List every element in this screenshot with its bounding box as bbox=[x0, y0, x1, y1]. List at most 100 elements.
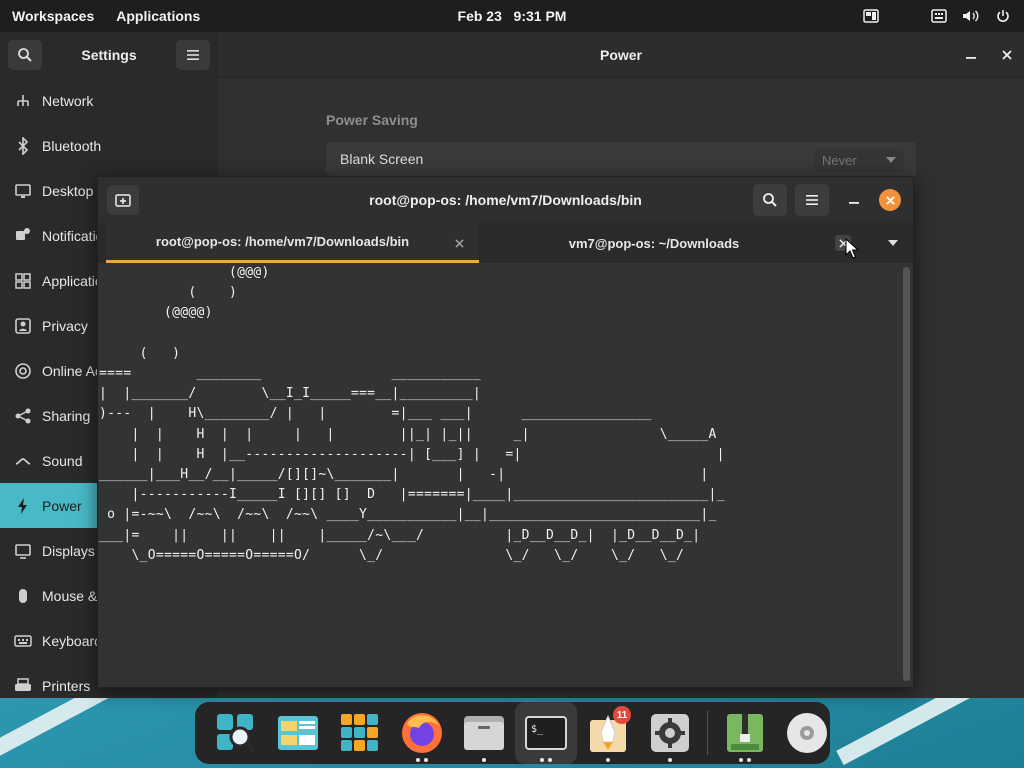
firefox-icon bbox=[402, 713, 442, 753]
close-icon bbox=[885, 195, 895, 205]
disk-icon bbox=[787, 713, 827, 753]
terminal-menu-button[interactable] bbox=[795, 184, 829, 216]
terminal-search-button[interactable] bbox=[753, 184, 787, 216]
sidebar-item-label: Sharing bbox=[42, 407, 91, 424]
printers-icon bbox=[14, 677, 32, 695]
search-app-icon bbox=[217, 714, 256, 753]
sidebar-item-label: Desktop bbox=[42, 182, 94, 199]
close-button[interactable] bbox=[1002, 47, 1012, 63]
blank-screen-select[interactable]: Never bbox=[814, 148, 904, 172]
top-bar: Workspaces Applications Feb 23 9:31 PM bbox=[0, 0, 1024, 32]
sidebar-item-label: Keyboard bbox=[42, 632, 102, 649]
blank-screen-value: Never bbox=[822, 152, 857, 168]
applications-icon bbox=[14, 272, 32, 290]
minimize-icon bbox=[966, 57, 976, 59]
file-manager-icon bbox=[464, 716, 504, 750]
power-menu-icon[interactable] bbox=[994, 7, 1012, 25]
workspaces-button[interactable]: Workspaces bbox=[12, 8, 94, 24]
tab-label: vm7@pop-os: ~/Downloads bbox=[568, 235, 740, 251]
close-icon bbox=[454, 238, 464, 248]
clock-button[interactable]: Feb 23 9:31 PM bbox=[458, 8, 567, 24]
settings-header: Settings bbox=[0, 32, 218, 78]
notifications-icon bbox=[14, 227, 32, 245]
displays-icon bbox=[14, 542, 32, 560]
tabs-dropdown-button[interactable] bbox=[885, 235, 901, 251]
dock-separator bbox=[707, 711, 708, 755]
sidebar-item-label: Network bbox=[42, 92, 94, 109]
keyboard-icon bbox=[14, 632, 32, 650]
blank-screen-label: Blank Screen bbox=[340, 151, 424, 167]
sidebar-item-label: Privacy bbox=[42, 317, 88, 334]
minimize-icon bbox=[849, 202, 859, 204]
dock-app-grid[interactable] bbox=[329, 702, 391, 764]
sidebar-item-label: Bluetooth bbox=[42, 137, 102, 154]
app-center-badge: 11 bbox=[613, 706, 631, 724]
blank-screen-row: Blank Screen Never bbox=[326, 142, 916, 176]
dock-app-center[interactable]: 11 bbox=[577, 702, 639, 764]
settings-search-button[interactable] bbox=[8, 40, 42, 70]
terminal-header: root@pop-os: /home/vm7/Downloads/bin bbox=[98, 177, 913, 223]
sound-icon bbox=[14, 452, 32, 470]
sidebar-item-label: Displays bbox=[42, 542, 95, 559]
settings-menu-button[interactable] bbox=[175, 40, 210, 70]
privacy-icon bbox=[14, 317, 32, 335]
applications-button[interactable]: Applications bbox=[116, 8, 200, 24]
dock-firefox[interactable] bbox=[391, 702, 453, 764]
mouse-icon bbox=[14, 587, 32, 605]
power-icon bbox=[14, 497, 32, 515]
files-app-icon bbox=[278, 716, 318, 750]
sidebar-item-network[interactable]: Network bbox=[0, 78, 218, 123]
search-icon bbox=[18, 48, 32, 62]
sidebar-item-label: Power bbox=[42, 497, 82, 514]
app-grid-icon bbox=[341, 714, 378, 751]
window-tiling-icon[interactable] bbox=[862, 7, 880, 25]
keyboard-indicator-icon[interactable] bbox=[930, 7, 948, 25]
dock-disks-app[interactable] bbox=[776, 702, 838, 764]
terminal-output[interactable]: (@@@) ( ) (@@@@) ( ) ==== ________ _____… bbox=[98, 263, 913, 687]
clock-time: 9:31 PM bbox=[513, 8, 567, 24]
online-accounts-icon bbox=[14, 362, 32, 380]
tab-label: root@pop-os: /home/vm7/Downloads/bin bbox=[155, 234, 410, 249]
hamburger-icon bbox=[186, 50, 199, 60]
tab-root-bin[interactable]: root@pop-os: /home/vm7/Downloads/bin bbox=[106, 223, 479, 263]
terminal-scrollbar[interactable] bbox=[903, 267, 910, 681]
dock-file-manager[interactable] bbox=[453, 702, 515, 764]
mouse-pointer-icon bbox=[845, 238, 859, 259]
sidebar-item-label: Printers bbox=[42, 677, 91, 694]
desktop-icon bbox=[14, 182, 32, 200]
volume-icon[interactable] bbox=[962, 7, 980, 25]
dock-settings-app[interactable] bbox=[639, 702, 701, 764]
search-icon bbox=[763, 193, 777, 207]
power-saving-title: Power Saving bbox=[326, 112, 418, 128]
svg-text:$_: $_ bbox=[531, 724, 544, 735]
terminal-ascii-output: (@@@) ( ) (@@@@) ( ) ==== ________ _____… bbox=[99, 265, 725, 563]
terminal-window: root@pop-os: /home/vm7/Downloads/bin roo… bbox=[97, 176, 914, 688]
sidebar-item-bluetooth[interactable]: Bluetooth bbox=[0, 123, 218, 168]
tab-vm7-downloads[interactable]: vm7@pop-os: ~/Downloads bbox=[479, 223, 859, 263]
close-icon bbox=[1002, 50, 1012, 60]
dock-terminal[interactable]: $_ bbox=[515, 702, 577, 764]
archive-manager-icon bbox=[727, 714, 763, 752]
new-tab-button[interactable] bbox=[107, 185, 139, 215]
terminal-tabbar: root@pop-os: /home/vm7/Downloads/bin vm7… bbox=[98, 223, 913, 263]
dock-archive-manager[interactable] bbox=[714, 702, 776, 764]
network-icon bbox=[14, 92, 32, 110]
new-tab-icon bbox=[115, 194, 131, 207]
terminal-minimize-button[interactable] bbox=[837, 184, 871, 216]
dock: $_ 11 bbox=[195, 702, 830, 764]
bluetooth-icon bbox=[14, 136, 32, 155]
chevron-down-icon bbox=[888, 240, 898, 246]
terminal-icon: $_ bbox=[525, 716, 567, 750]
terminal-title: root@pop-os: /home/vm7/Downloads/bin bbox=[369, 192, 642, 208]
dock-files-app[interactable] bbox=[267, 702, 329, 764]
settings-page-header: Power bbox=[218, 32, 1024, 78]
tab-close-button[interactable] bbox=[451, 235, 467, 251]
terminal-close-button[interactable] bbox=[879, 189, 901, 211]
dock-search-app[interactable] bbox=[205, 702, 267, 764]
settings-title: Settings bbox=[81, 47, 137, 63]
clock-date: Feb 23 bbox=[457, 8, 502, 24]
minimize-button[interactable] bbox=[966, 47, 976, 63]
sharing-icon bbox=[14, 407, 32, 425]
page-title: Power bbox=[599, 46, 642, 63]
sidebar-item-label: Sound bbox=[42, 452, 83, 469]
